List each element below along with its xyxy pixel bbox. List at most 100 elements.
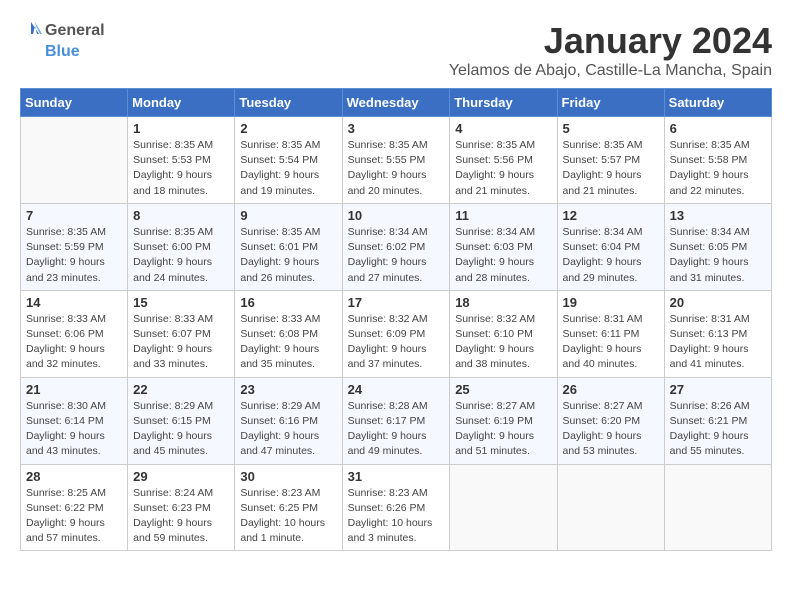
calendar-week-row: 28 Sunrise: 8:25 AMSunset: 6:22 PMDayligh… (21, 464, 772, 551)
month-title: January 2024 (449, 20, 772, 62)
calendar-cell: 25 Sunrise: 8:27 AMSunset: 6:19 PMDayligh… (450, 377, 557, 464)
day-info: Sunrise: 8:28 AMSunset: 6:17 PMDaylight:… (348, 399, 445, 460)
calendar-cell: 10 Sunrise: 8:34 AMSunset: 6:02 PMDayligh… (342, 203, 450, 290)
day-number: 17 (348, 295, 445, 310)
calendar-cell: 21Sunrise: 8:30 AMSunset: 6:14 PMDayligh… (21, 377, 128, 464)
header-wednesday: Wednesday (342, 89, 450, 117)
day-number: 19 (563, 295, 659, 310)
day-info: Sunrise: 8:31 AMSunset: 6:11 PMDaylight:… (563, 312, 659, 373)
calendar-cell: 2 Sunrise: 8:35 AMSunset: 5:54 PMDaylight… (235, 117, 342, 204)
calendar-cell: 23 Sunrise: 8:29 AMSunset: 6:16 PMDayligh… (235, 377, 342, 464)
day-number: 29 (133, 469, 229, 484)
calendar-cell: 22 Sunrise: 8:29 AMSunset: 6:15 PMDayligh… (128, 377, 235, 464)
day-info: Sunrise: 8:33 AMSunset: 6:07 PMDaylight:… (133, 312, 229, 373)
day-info: Sunrise: 8:35 AMSunset: 6:00 PMDaylight:… (133, 225, 229, 286)
header-sunday: Sunday (21, 89, 128, 117)
header-saturday: Saturday (664, 89, 771, 117)
calendar-cell: 27 Sunrise: 8:26 AMSunset: 6:21 PMDayligh… (664, 377, 771, 464)
header-monday: Monday (128, 89, 235, 117)
day-info: Sunrise: 8:35 AMSunset: 5:53 PMDaylight:… (133, 138, 229, 199)
calendar-cell: 26Sunrise: 8:27 AMSunset: 6:20 PMDayligh… (557, 377, 664, 464)
day-number: 31 (348, 469, 445, 484)
day-number: 8 (133, 208, 229, 223)
calendar-table: SundayMondayTuesdayWednesdayThursdayFrid… (20, 88, 772, 551)
day-info: Sunrise: 8:35 AMSunset: 5:58 PMDaylight:… (670, 138, 766, 199)
day-info: Sunrise: 8:34 AMSunset: 6:02 PMDaylight:… (348, 225, 445, 286)
calendar-cell: 18Sunrise: 8:32 AMSunset: 6:10 PMDayligh… (450, 290, 557, 377)
calendar-cell (450, 464, 557, 551)
calendar-header-row: SundayMondayTuesdayWednesdayThursdayFrid… (21, 89, 772, 117)
title-block: January 2024 Yelamos de Abajo, Castille-… (449, 20, 772, 80)
day-number: 13 (670, 208, 766, 223)
logo: General Blue (20, 20, 105, 61)
calendar-cell: 13 Sunrise: 8:34 AMSunset: 6:05 PMDayligh… (664, 203, 771, 290)
calendar-cell: 4Sunrise: 8:35 AMSunset: 5:56 PMDaylight… (450, 117, 557, 204)
logo-text-blue: Blue (45, 42, 80, 61)
calendar-cell (21, 117, 128, 204)
calendar-cell: 29 Sunrise: 8:24 AMSunset: 6:23 PMDayligh… (128, 464, 235, 551)
calendar-cell: 14 Sunrise: 8:33 AMSunset: 6:06 PMDayligh… (21, 290, 128, 377)
day-number: 27 (670, 382, 766, 397)
header-tuesday: Tuesday (235, 89, 342, 117)
calendar-cell: 17Sunrise: 8:32 AMSunset: 6:09 PMDayligh… (342, 290, 450, 377)
day-info: Sunrise: 8:34 AMSunset: 6:04 PMDaylight:… (563, 225, 659, 286)
calendar-cell: 20Sunrise: 8:31 AMSunset: 6:13 PMDayligh… (664, 290, 771, 377)
day-number: 22 (133, 382, 229, 397)
day-info: Sunrise: 8:35 AMSunset: 5:55 PMDaylight:… (348, 138, 445, 199)
calendar-week-row: 14 Sunrise: 8:33 AMSunset: 6:06 PMDayligh… (21, 290, 772, 377)
day-number: 15 (133, 295, 229, 310)
day-info: Sunrise: 8:32 AMSunset: 6:10 PMDaylight:… (455, 312, 551, 373)
calendar-week-row: 1 Sunrise: 8:35 AMSunset: 5:53 PMDaylight… (21, 117, 772, 204)
day-info: Sunrise: 8:29 AMSunset: 6:15 PMDaylight:… (133, 399, 229, 460)
location-title: Yelamos de Abajo, Castille-La Mancha, Sp… (449, 62, 772, 80)
day-number: 2 (240, 121, 336, 136)
day-info: Sunrise: 8:35 AMSunset: 5:57 PMDaylight:… (563, 138, 659, 199)
calendar-cell: 24Sunrise: 8:28 AMSunset: 6:17 PMDayligh… (342, 377, 450, 464)
calendar-cell: 15 Sunrise: 8:33 AMSunset: 6:07 PMDayligh… (128, 290, 235, 377)
day-number: 7 (26, 208, 122, 223)
day-number: 4 (455, 121, 551, 136)
day-info: Sunrise: 8:33 AMSunset: 6:06 PMDaylight:… (26, 312, 122, 373)
day-info: Sunrise: 8:34 AMSunset: 6:05 PMDaylight:… (670, 225, 766, 286)
day-info: Sunrise: 8:25 AMSunset: 6:22 PMDaylight:… (26, 486, 122, 547)
calendar-cell: 7 Sunrise: 8:35 AMSunset: 5:59 PMDaylight… (21, 203, 128, 290)
calendar-cell: 16 Sunrise: 8:33 AMSunset: 6:08 PMDayligh… (235, 290, 342, 377)
day-number: 25 (455, 382, 551, 397)
logo-bird-icon (20, 20, 42, 42)
day-number: 3 (348, 121, 445, 136)
day-number: 16 (240, 295, 336, 310)
header-thursday: Thursday (450, 89, 557, 117)
day-number: 1 (133, 121, 229, 136)
calendar-cell: 19 Sunrise: 8:31 AMSunset: 6:11 PMDayligh… (557, 290, 664, 377)
day-info: Sunrise: 8:23 AMSunset: 6:25 PMDaylight:… (240, 486, 336, 547)
day-info: Sunrise: 8:29 AMSunset: 6:16 PMDaylight:… (240, 399, 336, 460)
day-number: 23 (240, 382, 336, 397)
day-info: Sunrise: 8:24 AMSunset: 6:23 PMDaylight:… (133, 486, 229, 547)
calendar-cell: 28 Sunrise: 8:25 AMSunset: 6:22 PMDayligh… (21, 464, 128, 551)
day-number: 28 (26, 469, 122, 484)
day-number: 10 (348, 208, 445, 223)
day-info: Sunrise: 8:35 AMSunset: 5:54 PMDaylight:… (240, 138, 336, 199)
day-number: 5 (563, 121, 659, 136)
calendar-cell: 9Sunrise: 8:35 AMSunset: 6:01 PMDaylight… (235, 203, 342, 290)
day-info: Sunrise: 8:35 AMSunset: 5:59 PMDaylight:… (26, 225, 122, 286)
day-info: Sunrise: 8:34 AMSunset: 6:03 PMDaylight:… (455, 225, 551, 286)
day-info: Sunrise: 8:31 AMSunset: 6:13 PMDaylight:… (670, 312, 766, 373)
calendar-cell: 31 Sunrise: 8:23 AMSunset: 6:26 PMDayligh… (342, 464, 450, 551)
day-number: 14 (26, 295, 122, 310)
day-number: 30 (240, 469, 336, 484)
calendar-cell: 5 Sunrise: 8:35 AMSunset: 5:57 PMDaylight… (557, 117, 664, 204)
calendar-cell: 12 Sunrise: 8:34 AMSunset: 6:04 PMDayligh… (557, 203, 664, 290)
calendar-cell: 11 Sunrise: 8:34 AMSunset: 6:03 PMDayligh… (450, 203, 557, 290)
day-info: Sunrise: 8:27 AMSunset: 6:19 PMDaylight:… (455, 399, 551, 460)
header-friday: Friday (557, 89, 664, 117)
calendar-cell: 1 Sunrise: 8:35 AMSunset: 5:53 PMDaylight… (128, 117, 235, 204)
day-info: Sunrise: 8:23 AMSunset: 6:26 PMDaylight:… (348, 486, 445, 547)
day-number: 11 (455, 208, 551, 223)
calendar-week-row: 21Sunrise: 8:30 AMSunset: 6:14 PMDayligh… (21, 377, 772, 464)
day-number: 12 (563, 208, 659, 223)
day-info: Sunrise: 8:26 AMSunset: 6:21 PMDaylight:… (670, 399, 766, 460)
calendar-week-row: 7 Sunrise: 8:35 AMSunset: 5:59 PMDaylight… (21, 203, 772, 290)
day-info: Sunrise: 8:35 AMSunset: 6:01 PMDaylight:… (240, 225, 336, 286)
day-info: Sunrise: 8:33 AMSunset: 6:08 PMDaylight:… (240, 312, 336, 373)
